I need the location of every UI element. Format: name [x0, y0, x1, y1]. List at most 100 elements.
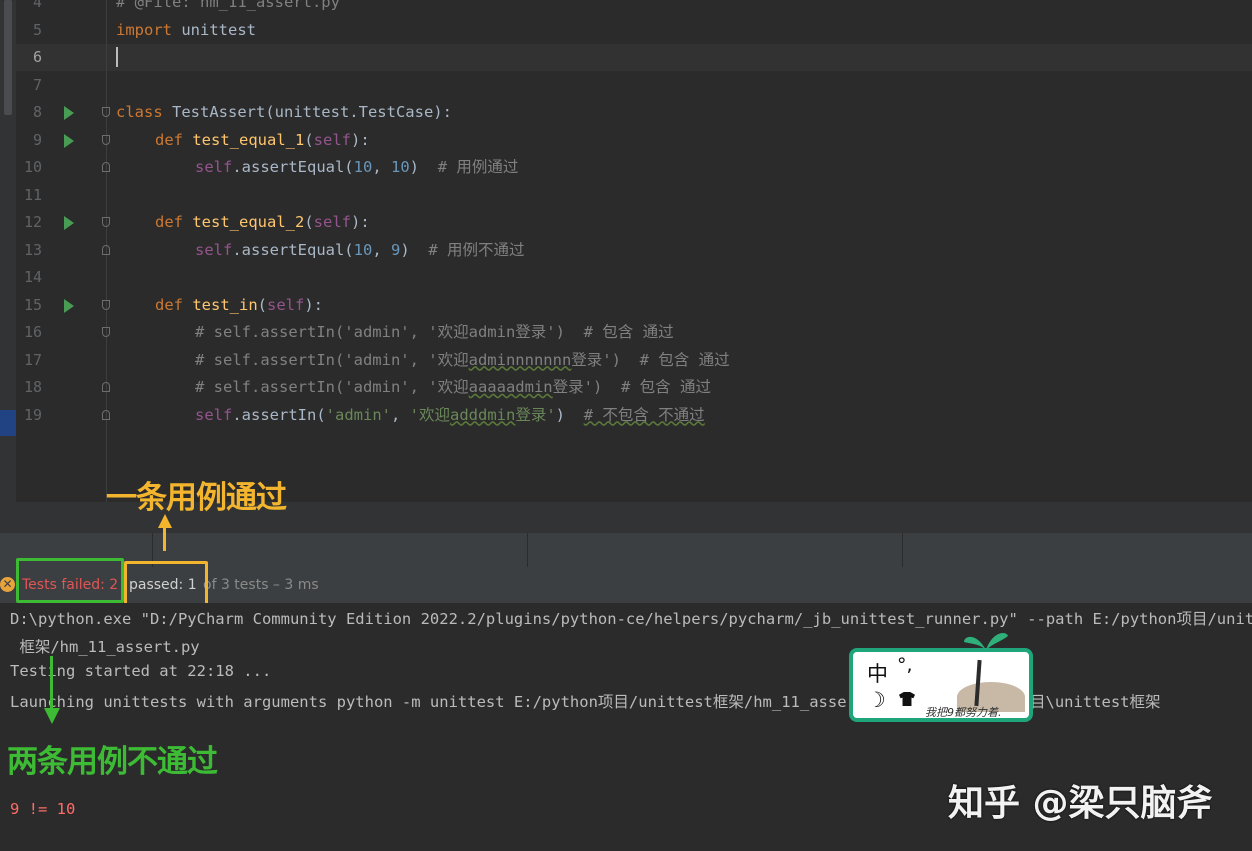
failed-highlight-box: [16, 558, 124, 603]
fold-icon[interactable]: [102, 299, 110, 310]
class-declaration: TestAssert(unittest.TestCase):: [162, 103, 452, 121]
paren: ): [409, 158, 420, 176]
code-editor[interactable]: 4 # @File: hm_11_assert.py 5 import unit…: [0, 0, 1252, 502]
tests-summary-text: of 3 tests – 3 ms: [203, 577, 319, 593]
method-call: .assertEqual(: [232, 158, 354, 176]
sticker-glyph: °,: [897, 654, 913, 676]
text-caret: [116, 47, 118, 67]
typo-highlight: adminnnnnnn: [468, 350, 572, 369]
typo-highlight: adddmin: [450, 405, 516, 424]
code-text: class TestAssert(unittest.TestCase):: [116, 99, 452, 127]
code-line-10[interactable]: 10 self.assertEqual(10, 10) # 用例通过: [0, 154, 1252, 182]
line-number: 15: [23, 295, 42, 314]
code-line-16[interactable]: 16 # self.assertIn('admin', '欢迎admin登录')…: [0, 319, 1252, 347]
comment-part: # self.assertIn('admin', '欢迎: [195, 378, 469, 396]
fold-icon[interactable]: [102, 107, 110, 117]
run-test-icon[interactable]: [64, 133, 74, 148]
line-number: 18: [23, 378, 42, 396]
self-param: self: [313, 213, 351, 231]
fold-icon[interactable]: [102, 244, 110, 255]
code-line-7[interactable]: 7: [0, 72, 1252, 100]
code-text: def test_in(self):: [155, 292, 323, 320]
sticker-handwriting: 我把9都努力着.: [925, 706, 1002, 719]
paren: ): [400, 240, 410, 259]
sticker-glyph: 中: [867, 662, 888, 686]
code-line-14[interactable]: 14: [0, 264, 1252, 292]
number: 10: [353, 240, 373, 259]
fold-icon[interactable]: [102, 382, 110, 392]
fold-icon[interactable]: [102, 162, 110, 172]
comment: # 不包含 不通过: [583, 405, 705, 424]
line-number: 19: [23, 405, 42, 424]
run-test-icon[interactable]: [64, 216, 74, 230]
function-name: test_equal_1: [192, 130, 305, 149]
code-text: self.assertIn('admin', '欢迎adddmin登录') # …: [195, 402, 705, 430]
line-number: 12: [23, 213, 42, 231]
code-text: import unittest: [116, 17, 256, 45]
code-line-6[interactable]: 6: [0, 44, 1252, 72]
line-number: 10: [23, 158, 42, 176]
tab-separator: [902, 533, 903, 568]
method-call: .assertEqual(: [232, 240, 354, 259]
typo-highlight: aaaaadmin: [468, 378, 553, 396]
arrow-up-icon: [158, 514, 172, 528]
code-line-18[interactable]: 18 # self.assertIn('admin', '欢迎aaaaadmin…: [0, 374, 1252, 402]
zhihu-watermark: 知乎 @梁只脑斧: [948, 783, 1213, 824]
self-ref: self: [195, 158, 233, 176]
fold-icon[interactable]: [102, 409, 110, 420]
code-line-13[interactable]: 13 self.assertEqual(10, 9) # 用例不通过: [0, 237, 1252, 265]
comma: ,: [372, 158, 391, 176]
run-test-icon[interactable]: [64, 106, 74, 120]
failed-annotation: 两条用例不通过: [7, 744, 218, 780]
line-number: 8: [32, 103, 42, 121]
code-line-9[interactable]: 9 def test_equal_1(self):: [0, 127, 1252, 155]
arrow-down-shaft: [50, 656, 53, 712]
code-line-11[interactable]: 11: [0, 182, 1252, 210]
sprout-sticker: 中 °, ☽ 我把9都努力着.: [849, 648, 1033, 722]
comment-part: # self.assertIn('admin', '欢迎: [195, 350, 469, 369]
code-line-15[interactable]: 15 def test_in(self):: [0, 292, 1252, 320]
moon-icon: ☽: [867, 688, 886, 712]
fold-icon[interactable]: [102, 327, 110, 337]
code-text: def test_equal_1(self):: [155, 127, 370, 155]
paren: ):: [304, 295, 324, 314]
code-line-5[interactable]: 5 import unittest: [0, 17, 1252, 45]
code-text: def test_equal_2(self):: [155, 209, 370, 237]
keyword-def: def: [155, 130, 183, 149]
code-line-8[interactable]: 8 class TestAssert(unittest.TestCase):: [0, 99, 1252, 127]
fold-icon[interactable]: [102, 217, 110, 227]
self-param: self: [267, 295, 305, 314]
passed-highlight-box: [124, 561, 208, 607]
line-number: 7: [32, 75, 42, 94]
string: 'admin': [325, 405, 391, 424]
code-text: self.assertEqual(10, 9) # 用例不通过: [195, 237, 525, 265]
run-test-icon[interactable]: [64, 298, 74, 313]
fold-icon[interactable]: [102, 134, 110, 145]
code-line-17[interactable]: 17 # self.assertIn('admin', '欢迎adminnnnn…: [0, 347, 1252, 375]
code-line-19[interactable]: 19 self.assertIn('admin', '欢迎adddmin登录')…: [0, 402, 1252, 430]
line-number: 16: [23, 323, 42, 341]
code-line-12[interactable]: 12 def test_equal_2(self):: [0, 209, 1252, 237]
comment-part: 登录') # 包含 通过: [552, 378, 711, 396]
arrow-down-icon: [44, 708, 60, 724]
sprout-leaf-icon: [964, 632, 1008, 650]
number: 9: [391, 240, 401, 259]
code-line-4[interactable]: 4 # @File: hm_11_assert.py: [0, 0, 1252, 17]
number: 10: [353, 158, 373, 176]
module-name: unittest: [172, 20, 256, 39]
line-number: 11: [23, 185, 42, 204]
comment: # 用例通过: [437, 158, 519, 176]
method-call: .assertIn(: [232, 405, 326, 424]
line-number: 17: [23, 350, 42, 369]
paren: (: [304, 130, 314, 149]
comment-part: 登录') # 包含 通过: [571, 350, 730, 369]
shirt-icon: [899, 692, 915, 706]
function-name: test_in: [192, 295, 258, 314]
line-number: 5: [32, 20, 42, 39]
self-ref: self: [195, 405, 233, 424]
keyword-def: def: [155, 213, 183, 231]
code-text: # self.assertIn('admin', '欢迎aaaaadmin登录'…: [195, 374, 711, 402]
string: '欢迎: [409, 405, 450, 424]
console-line: 框架/hm_11_assert.py: [10, 638, 200, 656]
keyword-def: def: [155, 295, 183, 314]
